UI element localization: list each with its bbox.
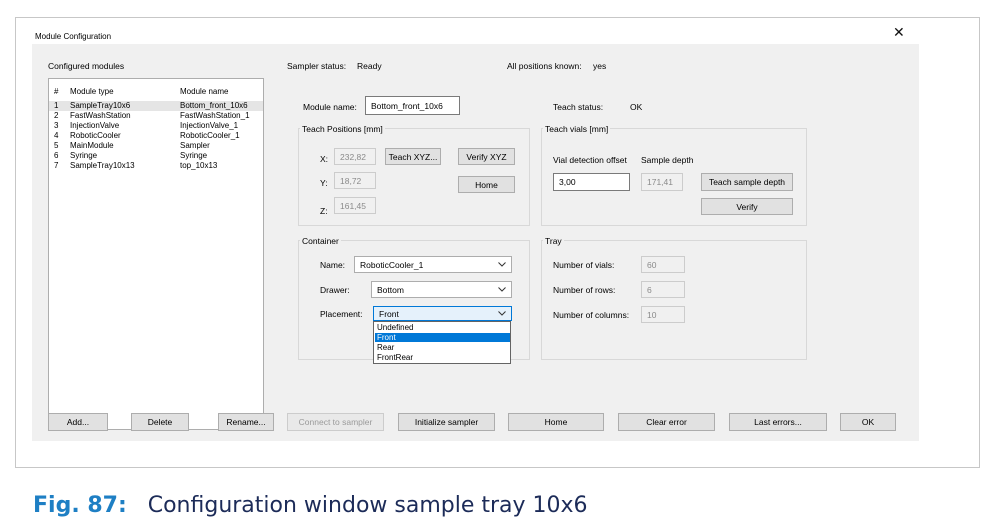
module-row-name: RoboticCooler_1 xyxy=(180,131,240,140)
module-row-type: FastWashStation xyxy=(70,111,131,120)
teach-positions-label: Teach Positions [mm] xyxy=(300,124,385,134)
module-row-name: top_10x13 xyxy=(180,161,218,170)
module-name-field[interactable]: Bottom_front_10x6 xyxy=(365,96,460,115)
teach-vials-label: Teach vials [mm] xyxy=(543,124,611,134)
placement-dropdown-list: Undefined Front Rear FrontRear xyxy=(373,321,511,364)
y-field: 18,72 xyxy=(334,172,376,189)
module-row-number: 7 xyxy=(54,161,59,170)
sampler-status-label: Sampler status: xyxy=(287,61,347,71)
z-label: Z: xyxy=(320,206,328,216)
vial-offset-field[interactable]: 3,00 xyxy=(553,173,630,191)
figure-number: Fig. 87: xyxy=(33,493,127,518)
last-errors-button[interactable]: Last errors... xyxy=(729,413,827,431)
module-row-type: SampleTray10x6 xyxy=(70,101,131,110)
teach-status-value: OK xyxy=(630,102,643,112)
close-icon[interactable]: ✕ xyxy=(893,25,905,41)
col-header-module-name[interactable]: Module name xyxy=(180,87,228,96)
figure-caption-text: Configuration window sample tray 10x6 xyxy=(147,493,588,518)
positions-known-label: All positions known: xyxy=(507,61,582,71)
module-row-number: 1 xyxy=(54,101,59,110)
sample-depth-label: Sample depth xyxy=(641,155,694,165)
placement-option-frontrear[interactable]: FrontRear xyxy=(375,353,510,362)
chevron-down-icon xyxy=(498,282,506,297)
drawer-label: Drawer: xyxy=(320,285,350,295)
module-row-number: 2 xyxy=(54,111,59,120)
module-row[interactable]: 5 MainModule Sampler xyxy=(49,141,263,151)
module-row-number: 6 xyxy=(54,151,59,160)
module-row-name: FastWashStation_1 xyxy=(180,111,250,120)
drawer-value: Bottom xyxy=(377,284,404,295)
x-field: 232,82 xyxy=(334,148,376,165)
title-bar[interactable] xyxy=(16,18,979,42)
module-name-label: Module name: xyxy=(303,102,357,112)
window-title: Module Configuration xyxy=(35,32,112,41)
module-row[interactable]: 6 Syringe Syringe xyxy=(49,151,263,161)
module-row-number: 3 xyxy=(54,121,59,130)
placement-option-rear[interactable]: Rear xyxy=(375,343,510,352)
y-label: Y: xyxy=(320,178,328,188)
module-row-type: RoboticCooler xyxy=(70,131,121,140)
module-row-type: SampleTray10x13 xyxy=(70,161,135,170)
module-row-type: Syringe xyxy=(70,151,98,160)
ok-button[interactable]: OK xyxy=(840,413,896,431)
sampler-status-value: Ready xyxy=(357,61,382,71)
verify-button[interactable]: Verify xyxy=(701,198,793,215)
vial-offset-label: Vial detection offset xyxy=(553,155,627,165)
drawer-select[interactable]: Bottom xyxy=(371,281,512,298)
container-name-label: Name: xyxy=(320,260,346,270)
module-row[interactable]: 3 InjectionValve InjectionValve_1 xyxy=(49,121,263,131)
sample-depth-field: 171,41 xyxy=(641,173,683,191)
container-name-select[interactable]: RoboticCooler_1 xyxy=(354,256,512,273)
number-of-rows-label: Number of rows: xyxy=(553,285,616,295)
verify-xyz-button[interactable]: Verify XYZ xyxy=(458,148,515,165)
add-button[interactable]: Add... xyxy=(48,413,108,431)
clear-error-button[interactable]: Clear error xyxy=(618,413,715,431)
teach-xyz-button[interactable]: Teach XYZ... xyxy=(385,148,441,165)
chevron-down-icon xyxy=(498,257,506,272)
placement-label: Placement: xyxy=(320,309,363,319)
module-row-name: InjectionValve_1 xyxy=(180,121,239,130)
placement-option-undefined[interactable]: Undefined xyxy=(375,323,510,332)
initialize-sampler-button[interactable]: Initialize sampler xyxy=(398,413,495,431)
col-header-module-type[interactable]: Module type xyxy=(70,87,114,96)
delete-button[interactable]: Delete xyxy=(131,413,189,431)
module-row-name: Sampler xyxy=(180,141,210,150)
number-of-vials-label: Number of vials: xyxy=(553,260,615,270)
x-label: X: xyxy=(320,154,329,164)
module-row[interactable]: 4 RoboticCooler RoboticCooler_1 xyxy=(49,131,263,141)
connect-to-sampler-button: Connect to sampler xyxy=(287,413,384,431)
configured-modules-label: Configured modules xyxy=(48,61,125,71)
module-row[interactable]: 7 SampleTray10x13 top_10x13 xyxy=(49,161,263,171)
col-header-number[interactable]: # xyxy=(54,87,58,96)
z-field: 161,45 xyxy=(334,197,376,214)
chevron-down-icon xyxy=(498,307,506,320)
positions-known-value: yes xyxy=(593,61,607,71)
module-row-type: InjectionValve xyxy=(70,121,120,130)
number-of-columns-field: 10 xyxy=(641,306,685,323)
number-of-columns-label: Number of columns: xyxy=(553,310,630,320)
figure-caption: Fig. 87: Configuration window sample tra… xyxy=(33,493,588,518)
placement-value: Front xyxy=(379,308,399,319)
home-button[interactable]: Home xyxy=(508,413,604,431)
module-row-name: Syringe xyxy=(180,151,208,160)
number-of-vials-field: 60 xyxy=(641,256,685,273)
container-name-value: RoboticCooler_1 xyxy=(360,259,424,270)
placement-option-front[interactable]: Front xyxy=(375,333,510,342)
rename-button[interactable]: Rename... xyxy=(218,413,274,431)
container-label: Container xyxy=(300,236,341,246)
module-row-name: Bottom_front_10x6 xyxy=(180,101,248,110)
module-row[interactable]: 1 SampleTray10x6 Bottom_front_10x6 xyxy=(49,101,263,111)
teach-status-label: Teach status: xyxy=(553,102,604,112)
placement-select[interactable]: Front xyxy=(373,306,512,321)
module-row-number: 4 xyxy=(54,131,59,140)
number-of-rows-field: 6 xyxy=(641,281,685,298)
module-row-number: 5 xyxy=(54,141,59,150)
teach-sample-depth-button[interactable]: Teach sample depth xyxy=(701,173,793,191)
module-row[interactable]: 2 FastWashStation FastWashStation_1 xyxy=(49,111,263,121)
tray-label: Tray xyxy=(543,236,564,246)
module-row-type: MainModule xyxy=(70,141,114,150)
home-position-button[interactable]: Home xyxy=(458,176,515,193)
